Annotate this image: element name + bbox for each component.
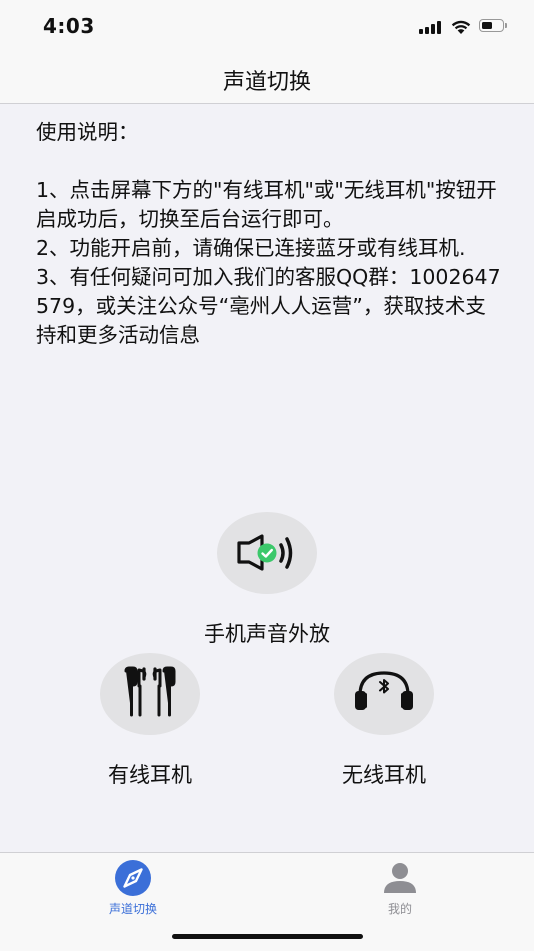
wired-earphones-circle[interactable] [100, 653, 200, 735]
status-time: 4:03 [43, 14, 95, 38]
status-bar: 4:03 [0, 0, 534, 54]
tab-mine-label: 我的 [387, 902, 412, 916]
tab-mine[interactable]: 我的 [330, 859, 470, 917]
tab-channel-switch[interactable]: 声道切换 [63, 859, 203, 917]
speaker-mode-label: 手机声音外放 [204, 622, 330, 646]
tab-channel-switch-label: 声道切换 [108, 902, 157, 916]
compass-icon [115, 860, 151, 896]
battery-icon [479, 19, 509, 34]
wired-earphones-label: 有线耳机 [108, 763, 192, 787]
wired-earphones-icon [124, 666, 176, 717]
navigation-bar: 声道切换 [0, 54, 534, 104]
instructions-text: 使用说明： 1、点击屏幕下方的"有线耳机"或"无线耳机"按钮开启成功后，切换至后… [36, 118, 502, 350]
instruction-item: 3、有任何疑问可加入我们的客服QQ群：1002647579，或关注公众号“亳州人… [36, 265, 501, 347]
wifi-icon [451, 20, 471, 34]
instruction-item: 1、点击屏幕下方的"有线耳机"或"无线耳机"按钮开启成功后，切换至后台运行即可。 [36, 178, 497, 231]
speaker-mode-button[interactable]: 手机声音外放 [167, 512, 367, 648]
user-icon [384, 863, 416, 893]
instructions-heading: 使用说明： [36, 120, 139, 144]
bluetooth-headphones-icon [355, 671, 413, 710]
page-title: 声道切换 [222, 70, 311, 95]
wireless-headphones-button[interactable]: 无线耳机 [284, 653, 484, 789]
cellular-signal-icon [419, 21, 443, 34]
home-indicator[interactable] [172, 934, 363, 939]
wireless-headphones-circle[interactable] [334, 653, 434, 735]
wired-earphones-button[interactable]: 有线耳机 [50, 653, 250, 789]
speaker-active-icon [237, 534, 293, 571]
wireless-headphones-label: 无线耳机 [342, 763, 426, 787]
speaker-mode-circle[interactable] [217, 512, 317, 594]
instruction-item: 2、功能开启前，请确保已连接蓝牙或有线耳机. [36, 236, 466, 260]
